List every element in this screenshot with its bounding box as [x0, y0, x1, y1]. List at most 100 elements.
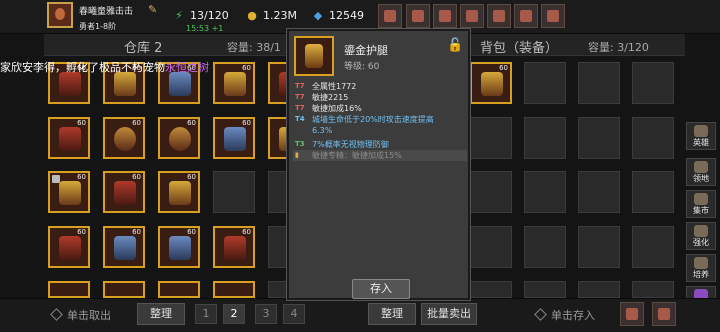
nav-cultivate[interactable]: 培养	[686, 254, 716, 282]
empty-backpack-slot[interactable]	[470, 281, 512, 298]
helmet-item-icon	[59, 72, 81, 96]
warehouse-capacity: 容量: 38/1	[227, 41, 281, 54]
warehouse-slot[interactable]	[48, 281, 90, 298]
edit-icon[interactable]: ✎	[148, 3, 157, 16]
empty-backpack-slot[interactable]	[578, 62, 620, 104]
attribute-list: T7 全属性1772 T7 敏捷2215 T7 敏捷加成16% T4 城墙生命低于20%…	[293, 81, 467, 161]
warehouse-slot[interactable]: 60	[103, 171, 145, 213]
warehouse-sort-button[interactable]: 整理	[137, 303, 185, 325]
enhance-icon	[694, 225, 708, 237]
warehouse-slot[interactable]: 60	[158, 171, 200, 213]
settings-button[interactable]	[460, 4, 484, 28]
empty-backpack-slot[interactable]	[632, 117, 674, 159]
player-avatar[interactable]	[47, 2, 73, 28]
empty-backpack-slot[interactable]	[524, 226, 566, 268]
mastery-row: ▮ 敏捷专精：敏捷加成15%	[293, 150, 467, 161]
nav-territory[interactable]: 领地	[686, 158, 716, 186]
warehouse-slot[interactable]	[103, 281, 145, 298]
warehouse-slot[interactable]	[158, 281, 200, 298]
armor-item-icon	[169, 181, 191, 205]
leg-armor-icon	[294, 36, 334, 76]
page-4-button[interactable]: 4	[283, 304, 305, 324]
warehouse-slot[interactable]: 60	[103, 117, 145, 159]
warehouse-slot[interactable]: 60	[158, 117, 200, 159]
empty-backpack-slot[interactable]	[632, 281, 674, 298]
leg-armor-item-icon	[481, 72, 503, 96]
empty-backpack-slot[interactable]	[524, 171, 566, 213]
mail-button[interactable]	[406, 4, 430, 28]
hero-icon	[694, 125, 708, 137]
pet-name: 永恒之树	[165, 61, 209, 74]
stamina-icon: ⚡	[175, 9, 183, 22]
attribute-row: T7 敏捷加成16%	[295, 104, 362, 113]
warehouse-slot[interactable]: 60	[48, 171, 90, 213]
nav-market[interactable]: 集市	[686, 190, 716, 218]
empty-backpack-slot[interactable]	[578, 281, 620, 298]
boots-item-icon	[224, 127, 246, 151]
diamond-icon	[534, 308, 547, 321]
bulk-sell-button[interactable]: 批量卖出	[421, 303, 477, 325]
empty-warehouse-slot[interactable]	[213, 171, 255, 213]
empty-backpack-slot[interactable]	[632, 171, 674, 213]
empty-backpack-slot[interactable]	[632, 226, 674, 268]
attribute-row: T4 城墙生命低于20%时攻击速度提高	[295, 115, 434, 124]
gamepad-button[interactable]	[433, 4, 457, 28]
empty-backpack-slot[interactable]	[632, 62, 674, 104]
warehouse-slot[interactable]: 60	[213, 117, 255, 159]
page-3-button[interactable]: 3	[255, 304, 277, 324]
necklace-item-icon	[114, 127, 136, 151]
player-rank: 勇者1-8阶	[79, 22, 117, 31]
empty-backpack-slot[interactable]	[524, 62, 566, 104]
backpack-sort-button[interactable]: 整理	[368, 303, 416, 325]
page-1-button[interactable]: 1	[195, 304, 217, 324]
warehouse-slot[interactable]: 60	[213, 226, 255, 268]
store-button[interactable]: 存入	[352, 279, 410, 299]
warehouse-slot[interactable]	[213, 281, 255, 298]
cultivate-icon	[694, 257, 708, 269]
attribute-row: T7 敏捷2215	[295, 93, 349, 102]
empty-backpack-slot[interactable]	[524, 117, 566, 159]
armor-item-icon	[59, 127, 81, 151]
empty-backpack-slot[interactable]	[470, 117, 512, 159]
empty-backpack-slot[interactable]	[470, 171, 512, 213]
equipment-filter-button[interactable]	[620, 302, 644, 326]
swords-button[interactable]	[514, 4, 538, 28]
nav-hero[interactable]: 英雄	[686, 122, 716, 150]
gem-stat: ◆ 12549	[311, 9, 364, 22]
empty-backpack-slot[interactable]	[578, 226, 620, 268]
warehouse-slot[interactable]: 60	[48, 226, 90, 268]
warehouse-slot[interactable]: 60	[213, 62, 255, 104]
armor-item-icon	[114, 181, 136, 205]
leg-armor-item-icon	[59, 181, 81, 205]
gold-stat: ● 1.23M	[245, 9, 297, 22]
gloves-item-icon	[169, 72, 191, 96]
warehouse-header: 仓库 2 容量: 38/1	[44, 34, 304, 56]
territory-icon	[694, 161, 708, 173]
leg-armor-item-icon	[114, 72, 136, 96]
item-tooltip: 鎏金护腿 等级: 60 🔓 T7 全属性1772 T7 敏捷2215 T7 敏捷加成1…	[287, 29, 470, 300]
backpack-slot[interactable]: 60	[470, 62, 512, 104]
color-wheel-button[interactable]	[487, 4, 511, 28]
staff-item-icon	[169, 236, 191, 260]
close-x-button[interactable]	[541, 4, 565, 28]
warehouse-slot[interactable]: 60	[158, 226, 200, 268]
helmet-item-icon	[59, 236, 81, 260]
item-filter-button[interactable]	[652, 302, 676, 326]
stamina-stat: ⚡ 13/120	[172, 9, 229, 22]
unlock-icon[interactable]: 🔓	[447, 38, 463, 53]
warehouse-slot[interactable]: 60	[48, 117, 90, 159]
warehouse-slot[interactable]: 60	[103, 226, 145, 268]
crossed-weapons-item-icon	[114, 236, 136, 260]
empty-backpack-slot[interactable]	[578, 117, 620, 159]
item-name: 鎏金护腿	[344, 44, 388, 57]
shop-button[interactable]	[378, 4, 402, 28]
empty-backpack-slot[interactable]	[470, 226, 512, 268]
take-out-hint: 单击取出	[50, 307, 111, 323]
empty-backpack-slot[interactable]	[578, 171, 620, 213]
page-2-button[interactable]: 2	[223, 304, 245, 324]
market-icon	[694, 193, 708, 205]
stamina-value: 13/120	[190, 9, 229, 22]
nav-enhance[interactable]: 强化	[686, 222, 716, 250]
gold-coin-icon: ●	[247, 9, 257, 22]
empty-backpack-slot[interactable]	[524, 281, 566, 298]
